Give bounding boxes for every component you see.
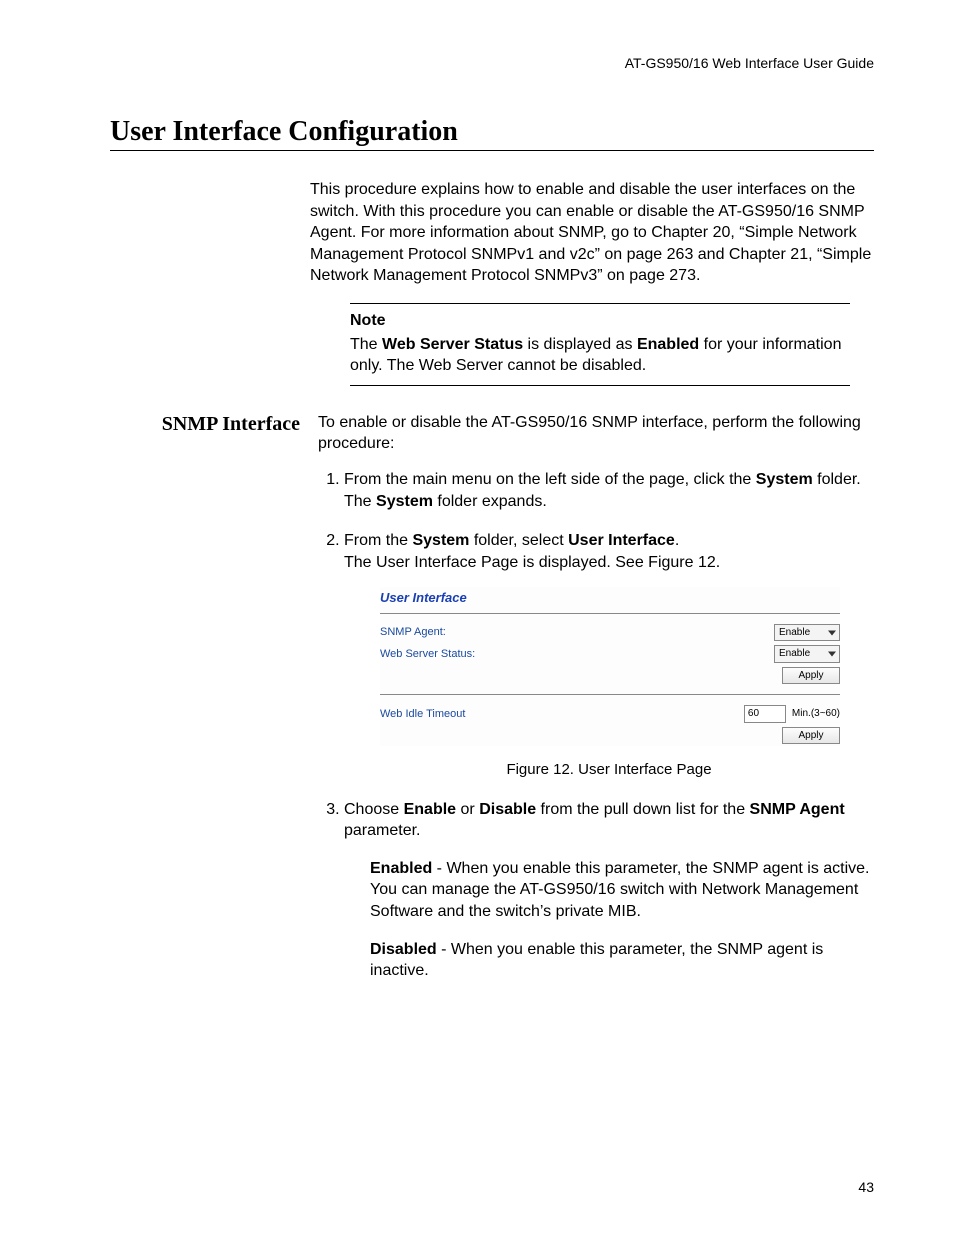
enabled-paragraph: Enabled - When you enable this parameter…	[370, 858, 874, 923]
step-3: Choose Enable or Disable from the pull d…	[344, 799, 874, 982]
step2-bold2: User Interface	[568, 532, 675, 549]
step1-b: folder.	[813, 471, 861, 488]
step3-boldA: Enable	[404, 801, 456, 818]
step1-bold2: System	[376, 493, 433, 510]
ui-snmp-label: SNMP Agent:	[380, 625, 446, 640]
embedded-ui-screenshot: User Interface SNMP Agent: Enable Web Se…	[380, 587, 840, 746]
step3-c: from the pull down list for the	[536, 801, 749, 818]
step1-a: From the main menu on the left side of t…	[344, 471, 756, 488]
ui-panel-title: User Interface	[380, 587, 840, 611]
step3-b: or	[456, 801, 479, 818]
lead-text: To enable or disable the AT-GS950/16 SNM…	[318, 414, 861, 453]
enabled-text: - When you enable this parameter, the SN…	[370, 860, 870, 920]
web-server-status-select[interactable]: Enable	[774, 645, 840, 663]
apply-button-top[interactable]: Apply	[782, 667, 840, 685]
ui-web-label: Web Server Status:	[380, 647, 475, 662]
step-2: From the System folder, select User Inte…	[344, 530, 874, 780]
note-bold-b: Enabled	[637, 336, 699, 353]
step3-boldB: Disable	[479, 801, 536, 818]
snmp-agent-select[interactable]: Enable	[774, 624, 840, 642]
timeout-hint: Min.(3~60)	[792, 707, 840, 721]
apply-button-bottom[interactable]: Apply	[782, 727, 840, 745]
step3-d: parameter.	[344, 822, 420, 839]
note-box: Note The Web Server Status is displayed …	[350, 303, 850, 386]
note-label: Note	[350, 310, 850, 332]
step1-c: The	[344, 493, 376, 510]
disabled-bold: Disabled	[370, 941, 437, 958]
disabled-paragraph: Disabled - When you enable this paramete…	[370, 939, 874, 982]
note-text-mid: is displayed as	[523, 336, 637, 353]
step2-bold: System	[412, 532, 469, 549]
disabled-text: - When you enable this parameter, the SN…	[370, 941, 823, 980]
figure-caption: Figure 12. User Interface Page	[344, 760, 874, 780]
side-heading-snmp: SNMP Interface	[110, 412, 318, 436]
step3-boldC: SNMP Agent	[750, 801, 845, 818]
step2-d: The User Interface Page is displayed. Se…	[344, 554, 720, 571]
page-title: User Interface Configuration	[110, 116, 874, 151]
note-text-pre: The	[350, 336, 382, 353]
step2-c: .	[675, 532, 679, 549]
page-number: 43	[858, 1179, 874, 1195]
ui-idle-label: Web Idle Timeout	[380, 707, 465, 722]
step-1: From the main menu on the left side of t…	[344, 469, 874, 512]
step2-a: From the	[344, 532, 412, 549]
note-bold-a: Web Server Status	[382, 336, 523, 353]
intro-paragraph: This procedure explains how to enable an…	[310, 179, 874, 287]
step1-bold: System	[756, 471, 813, 488]
step3-a: Choose	[344, 801, 404, 818]
step2-b: folder, select	[469, 532, 568, 549]
header-guide-title: AT-GS950/16 Web Interface User Guide	[110, 55, 874, 71]
enabled-bold: Enabled	[370, 860, 432, 877]
step1-d: folder expands.	[433, 493, 547, 510]
web-idle-timeout-input[interactable]: 60	[744, 705, 786, 723]
